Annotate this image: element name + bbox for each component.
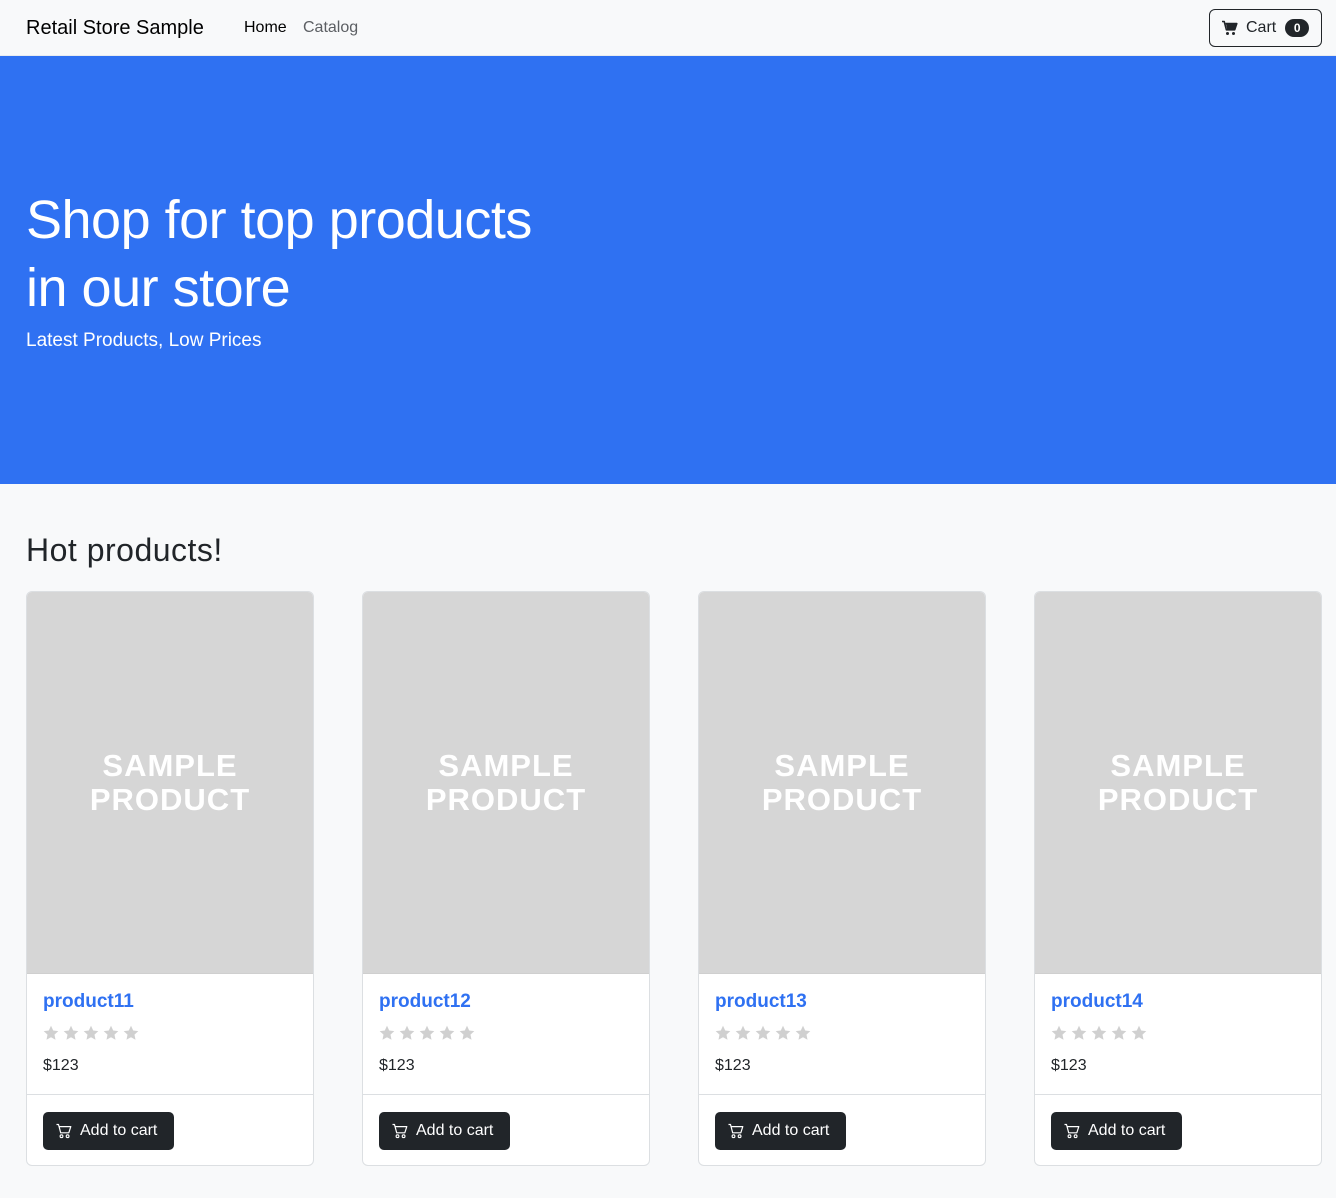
add-to-cart-label: Add to cart [416, 1122, 494, 1139]
rating-stars [379, 1025, 479, 1041]
star-icon [1091, 1025, 1107, 1040]
product-image[interactable]: SAMPLE PRODUCT [1035, 592, 1321, 974]
hero-banner: Shop for top products in our store Lates… [0, 56, 1336, 484]
hero-title: Shop for top products in our store [26, 186, 586, 322]
star-icon [775, 1025, 791, 1040]
star-icon [715, 1025, 731, 1040]
star-icon [103, 1025, 119, 1040]
cart-icon [392, 1123, 408, 1139]
star-icon [63, 1025, 79, 1040]
product-image-text-line2: PRODUCT [761, 781, 923, 817]
star-icon [795, 1025, 811, 1040]
hero-subtitle: Latest Products, Low Prices [26, 330, 262, 351]
add-to-cart-label: Add to cart [80, 1122, 158, 1139]
product-image-text-line1: SAMPLE [102, 747, 238, 783]
product-price: $123 [379, 1057, 415, 1074]
hero-title-line1: Shop for top products [26, 190, 532, 250]
product-image[interactable]: SAMPLE PRODUCT [699, 592, 985, 974]
hero-title-line2: in our store [26, 258, 291, 318]
product-price: $123 [715, 1057, 751, 1074]
product-name-link[interactable]: product12 [379, 991, 471, 1013]
add-to-cart-button[interactable]: Add to cart [1051, 1112, 1182, 1150]
product-image-text-line1: SAMPLE [438, 747, 574, 783]
add-to-cart-button[interactable]: Add to cart [379, 1112, 510, 1150]
product-card: SAMPLE PRODUCT product11 $123 Add to car… [26, 591, 314, 1166]
add-to-cart-button[interactable]: Add to cart [715, 1112, 846, 1150]
cart-icon [1222, 20, 1238, 36]
product-image-text-line1: SAMPLE [1110, 747, 1246, 783]
product-image-text-line2: PRODUCT [1097, 781, 1259, 817]
star-icon [419, 1025, 435, 1040]
star-icon [123, 1025, 139, 1040]
cart-label: Cart [1246, 19, 1277, 36]
section-title: Hot products! [26, 532, 223, 568]
product-name-link[interactable]: product13 [715, 991, 807, 1013]
star-icon [735, 1025, 751, 1040]
nav-link-home[interactable]: Home [244, 19, 287, 37]
brand-title[interactable]: Retail Store Sample [26, 17, 204, 39]
cart-icon [1064, 1123, 1080, 1139]
product-name-link[interactable]: product11 [43, 991, 134, 1013]
rating-stars [715, 1025, 815, 1041]
star-icon [1111, 1025, 1127, 1040]
rating-stars [1051, 1025, 1151, 1041]
nav-link-catalog[interactable]: Catalog [303, 19, 358, 37]
card-footer: Add to cart [27, 1094, 313, 1165]
rating-stars [43, 1025, 143, 1041]
star-icon [43, 1025, 59, 1040]
star-icon [1051, 1025, 1067, 1040]
product-card: SAMPLE PRODUCT product14 $123 Add to car… [1034, 591, 1322, 1166]
add-to-cart-button[interactable]: Add to cart [43, 1112, 174, 1150]
add-to-cart-label: Add to cart [752, 1122, 830, 1139]
product-image-text-line2: PRODUCT [425, 781, 587, 817]
star-icon [1131, 1025, 1147, 1040]
star-icon [439, 1025, 455, 1040]
star-icon [379, 1025, 395, 1040]
card-footer: Add to cart [1035, 1094, 1321, 1165]
card-footer: Add to cart [363, 1094, 649, 1165]
star-icon [459, 1025, 475, 1040]
cart-icon [728, 1123, 744, 1139]
product-image[interactable]: SAMPLE PRODUCT [27, 592, 313, 974]
add-to-cart-label: Add to cart [1088, 1122, 1166, 1139]
star-icon [1071, 1025, 1087, 1040]
product-name-link[interactable]: product14 [1051, 991, 1143, 1013]
cart-icon [56, 1123, 72, 1139]
star-icon [83, 1025, 99, 1040]
product-image[interactable]: SAMPLE PRODUCT [363, 592, 649, 974]
star-icon [755, 1025, 771, 1040]
star-icon [399, 1025, 415, 1040]
product-card: SAMPLE PRODUCT product13 $123 Add to car… [698, 591, 986, 1166]
card-footer: Add to cart [699, 1094, 985, 1165]
product-price: $123 [43, 1057, 79, 1074]
product-image-text-line1: SAMPLE [774, 747, 910, 783]
cart-count-badge: 0 [1285, 19, 1310, 37]
cart-button[interactable]: Cart 0 [1209, 9, 1322, 47]
product-image-text-line2: PRODUCT [89, 781, 251, 817]
product-price: $123 [1051, 1057, 1087, 1074]
product-card: SAMPLE PRODUCT product12 $123 Add to car… [362, 591, 650, 1166]
navbar: Retail Store Sample Home Catalog Cart 0 [0, 0, 1336, 56]
